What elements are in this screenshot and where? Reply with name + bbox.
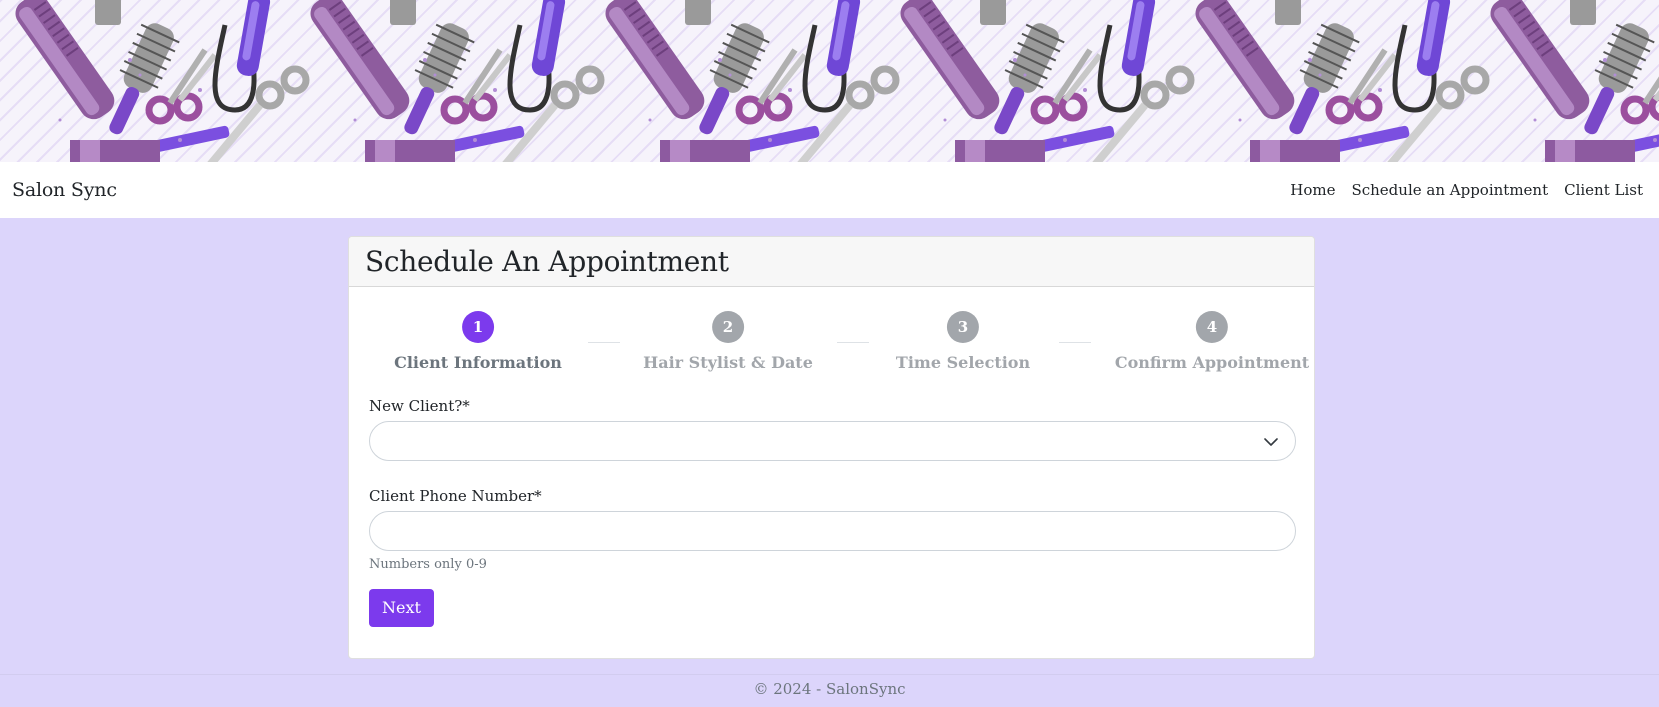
- step-number-badge: 3: [946, 311, 979, 343]
- footer-copyright: © 2024 - SalonSync: [753, 680, 906, 698]
- chevron-down-icon: [1264, 438, 1278, 446]
- progress-stepper: 1 Client Information 2 Hair Stylist & Da…: [369, 287, 1309, 397]
- step-label: Hair Stylist & Date: [643, 353, 813, 372]
- nav-links: Home Schedule an Appointment Client List: [1282, 181, 1647, 199]
- step-number-badge: 4: [1195, 311, 1228, 343]
- page-title: Schedule An Appointment: [365, 245, 729, 278]
- step-hair-stylist-date: 2 Hair Stylist & Date: [643, 311, 813, 372]
- new-client-label: New Client?*: [369, 397, 1294, 415]
- top-navbar: Salon Sync Home Schedule an Appointment …: [0, 162, 1659, 218]
- step-connector: [1059, 342, 1091, 343]
- step-connector: [588, 342, 620, 343]
- brand-link[interactable]: Salon Sync: [12, 179, 117, 201]
- next-button[interactable]: Next: [369, 589, 434, 627]
- appointment-card: Schedule An Appointment 1 Client Informa…: [348, 236, 1315, 659]
- step-label: Confirm Appointment: [1114, 353, 1310, 372]
- nav-link-schedule-appointment[interactable]: Schedule an Appointment: [1343, 181, 1556, 199]
- new-client-label-text: New Client?: [369, 397, 463, 415]
- step-confirm-appointment: 4 Confirm Appointment: [1115, 311, 1309, 372]
- step-label: Time Selection: [895, 353, 1031, 372]
- header-banner-image: [0, 0, 1659, 162]
- phone-label: Client Phone Number*: [369, 487, 1294, 505]
- step-connector: [837, 342, 869, 343]
- new-client-select[interactable]: [369, 421, 1296, 461]
- nav-link-client-list[interactable]: Client List: [1556, 181, 1647, 199]
- required-mark: *: [462, 397, 470, 415]
- step-time-selection: 3 Time Selection: [896, 311, 1030, 372]
- footer: © 2024 - SalonSync: [0, 674, 1659, 707]
- card-header: Schedule An Appointment: [349, 237, 1314, 287]
- phone-group: Client Phone Number* Numbers only 0-9: [369, 487, 1296, 572]
- card-body: 1 Client Information 2 Hair Stylist & Da…: [349, 287, 1314, 627]
- required-mark: *: [534, 487, 542, 505]
- phone-hint: Numbers only 0-9: [369, 557, 487, 572]
- step-number-badge: 1: [462, 311, 494, 343]
- step-client-information: 1 Client Information: [394, 311, 562, 372]
- phone-label-text: Client Phone Number: [369, 487, 535, 505]
- new-client-group: New Client?*: [369, 397, 1296, 461]
- step-number-badge: 2: [711, 311, 744, 343]
- nav-link-home[interactable]: Home: [1282, 181, 1343, 199]
- phone-input[interactable]: [369, 511, 1296, 551]
- salon-tools-pattern-icon: [0, 0, 1659, 162]
- step-label: Client Information: [394, 353, 562, 372]
